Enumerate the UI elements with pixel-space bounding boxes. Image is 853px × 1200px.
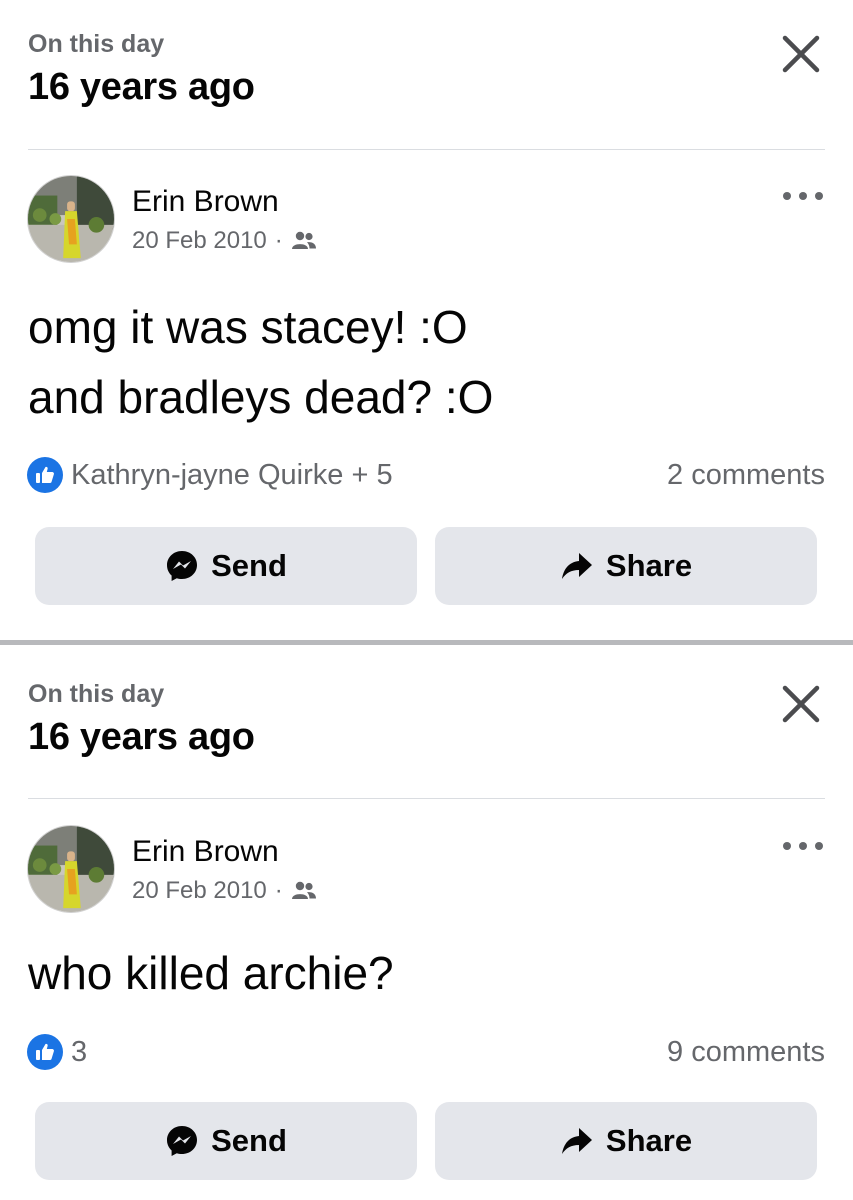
author-name[interactable]: Erin Brown: [132, 185, 279, 219]
more-dot-icon: [815, 192, 823, 200]
more-dot-icon: [799, 842, 807, 850]
share-button[interactable]: Share: [435, 1102, 817, 1180]
friends-icon: [291, 881, 316, 899]
close-icon: [782, 685, 820, 723]
messenger-icon: [165, 549, 199, 583]
close-icon: [782, 35, 820, 73]
send-button[interactable]: Send: [35, 1102, 417, 1180]
meta-separator: ·: [274, 877, 283, 904]
more-dot-icon: [783, 192, 791, 200]
reactions-summary[interactable]: Kathryn-jayne Quirke + 5: [27, 457, 393, 493]
send-label: Send: [211, 548, 287, 583]
send-button[interactable]: Send: [35, 527, 417, 605]
more-options-button[interactable]: [783, 836, 823, 856]
reactions-summary[interactable]: 3: [27, 1034, 87, 1070]
memory-subtitle: On this day: [28, 680, 165, 708]
memory-title: 16 years ago: [28, 66, 255, 108]
share-arrow-icon: [560, 1124, 594, 1158]
header-divider: [28, 798, 825, 799]
avatar[interactable]: [27, 825, 115, 913]
memory-title: 16 years ago: [28, 716, 255, 758]
more-dot-icon: [799, 192, 807, 200]
friends-icon: [291, 231, 316, 249]
like-reaction-icon: [27, 457, 63, 493]
post-date[interactable]: 20 Feb 2010: [132, 227, 267, 255]
avatar[interactable]: [27, 175, 115, 263]
share-label: Share: [605, 548, 693, 583]
author-name[interactable]: Erin Brown: [132, 835, 279, 869]
post-date[interactable]: 20 Feb 2010: [132, 877, 267, 905]
share-arrow-icon: [560, 549, 594, 583]
post-meta: 20 Feb 2010 ·: [132, 877, 317, 905]
avatar-photo: [28, 826, 114, 912]
more-dot-icon: [783, 842, 791, 850]
reactions-label: 3: [71, 1035, 88, 1068]
share-label: Share: [605, 1123, 693, 1158]
reactions-label: Kathryn-jayne Quirke + 5: [71, 458, 393, 491]
more-options-button[interactable]: [783, 186, 823, 206]
close-button[interactable]: [779, 32, 823, 76]
header-divider: [28, 149, 825, 150]
meta-separator: ·: [274, 227, 283, 254]
post-meta: 20 Feb 2010 ·: [132, 227, 317, 255]
memory-card-2: On this day 16 years ago Erin Brown 20 F…: [0, 645, 853, 1200]
comments-count[interactable]: 2 comments: [667, 459, 825, 492]
memory-card-1: On this day 16 years ago Erin Brown 20 F…: [0, 0, 853, 640]
close-button[interactable]: [779, 682, 823, 726]
send-label: Send: [211, 1123, 287, 1158]
like-reaction-icon: [27, 1034, 63, 1070]
more-dot-icon: [815, 842, 823, 850]
avatar-photo: [28, 176, 114, 262]
post-text: who killed archie?: [28, 947, 394, 999]
comments-count[interactable]: 9 comments: [667, 1036, 825, 1069]
messenger-icon: [165, 1124, 199, 1158]
post-text: omg it was stacey! :O and bradleys dead?…: [28, 301, 494, 423]
share-button[interactable]: Share: [435, 527, 817, 605]
memory-subtitle: On this day: [28, 30, 165, 58]
